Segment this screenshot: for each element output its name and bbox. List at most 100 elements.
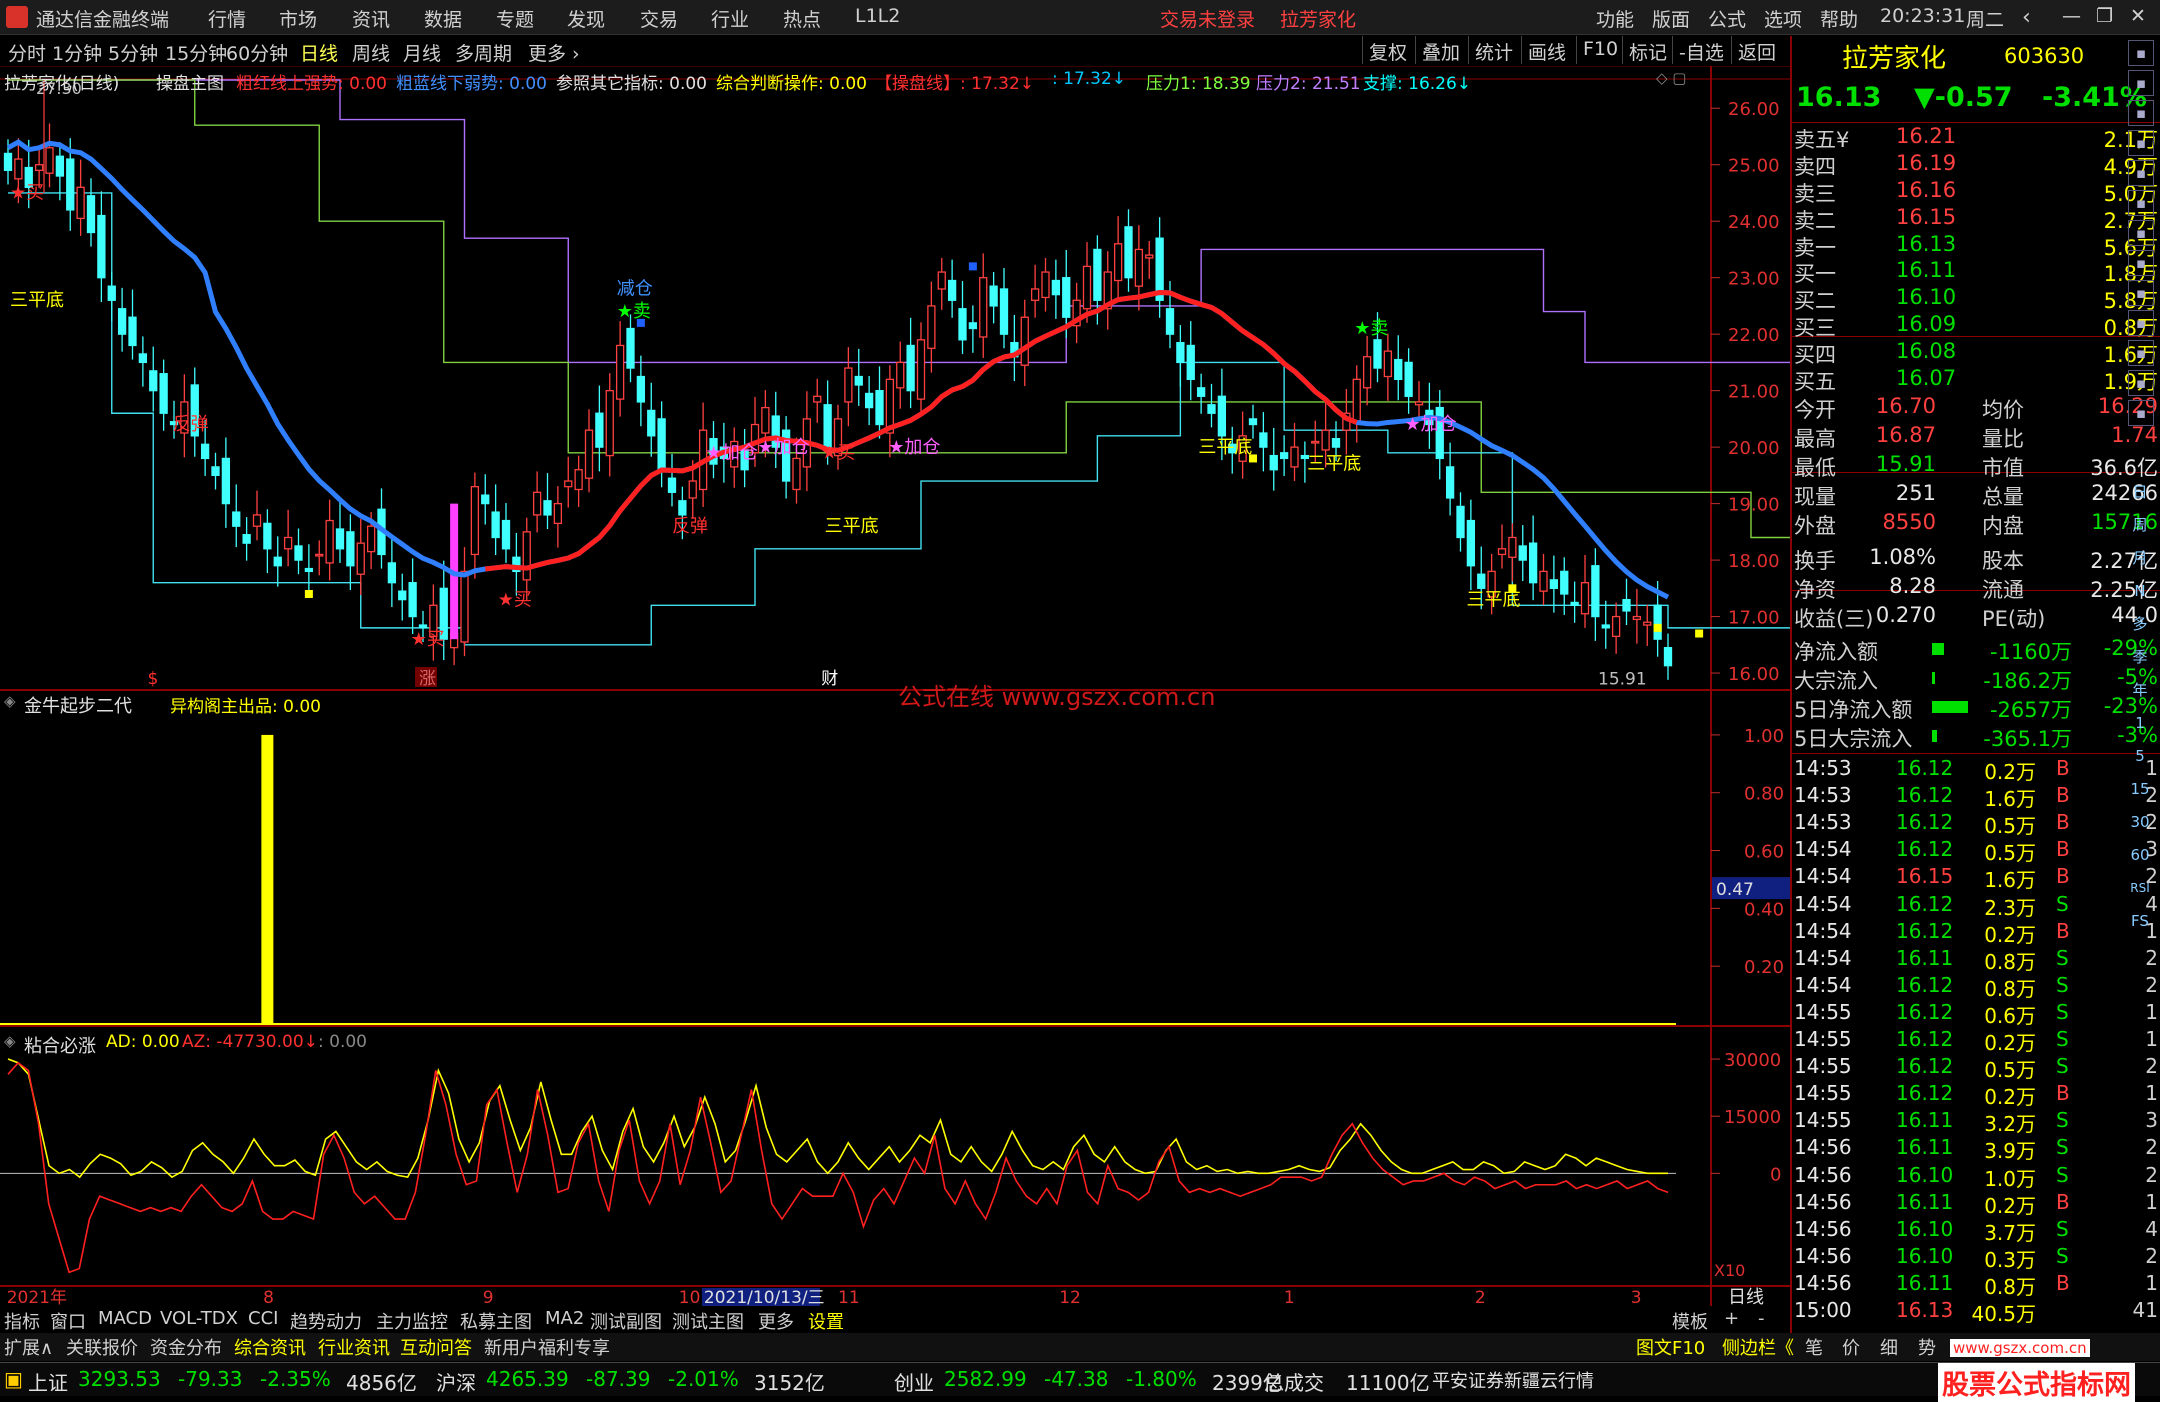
menu-industry[interactable]: 行业 bbox=[711, 5, 749, 32]
index-name-1[interactable]: 沪深 bbox=[436, 1367, 476, 1396]
period-3[interactable]: 15分钟 bbox=[165, 39, 227, 66]
menu-options[interactable]: 选项 bbox=[1764, 5, 1802, 32]
indicator-tab-14[interactable]: + bbox=[1724, 1308, 1739, 1329]
side-period-11[interactable]: 60 bbox=[2128, 843, 2152, 867]
indicator-tab-7[interactable]: 私募主图 bbox=[460, 1308, 532, 1334]
back-icon[interactable]: ‹ bbox=[2022, 5, 2031, 30]
indicator-tab-12[interactable]: 设置 bbox=[808, 1308, 844, 1334]
toolbar-btn-1[interactable]: 叠加 bbox=[1415, 36, 1466, 64]
side-graph-icon[interactable]: ▪ bbox=[2128, 400, 2154, 426]
period-1[interactable]: 1分钟 bbox=[52, 39, 102, 66]
menu-market[interactable]: 行情 bbox=[208, 5, 246, 32]
period-5[interactable]: 日线 bbox=[300, 39, 338, 66]
toolbar-btn-0[interactable]: 复权 bbox=[1362, 36, 1413, 64]
side-list-icon[interactable]: ▪ bbox=[2128, 250, 2154, 276]
indicator-tab-6[interactable]: 主力监控 bbox=[376, 1308, 448, 1334]
side-period-12[interactable]: RSI bbox=[2128, 876, 2152, 900]
menu-hot[interactable]: 热点 bbox=[783, 5, 821, 32]
menu-help[interactable]: 帮助 bbox=[1820, 5, 1858, 32]
side-grid-icon[interactable]: ▪ bbox=[2128, 160, 2154, 186]
toolbar-btn-5[interactable]: 标记 bbox=[1622, 36, 1673, 64]
menu-function[interactable]: 功能 bbox=[1596, 5, 1634, 32]
menu-layout[interactable]: 版面 bbox=[1652, 5, 1690, 32]
indicator-tab-13[interactable]: 模板 bbox=[1672, 1308, 1708, 1334]
period-8[interactable]: 多周期 bbox=[455, 39, 512, 66]
indicator-tab-5[interactable]: 趋势动力 bbox=[290, 1308, 362, 1334]
indicator-tab-0[interactable]: 指标 bbox=[4, 1308, 40, 1334]
indicator-tab-3[interactable]: VOL-TDX bbox=[160, 1308, 238, 1329]
menu-discover[interactable]: 发现 bbox=[567, 5, 605, 32]
indicator-tab-10[interactable]: 测试主图 bbox=[672, 1308, 744, 1334]
side-down-icon[interactable]: ▪ bbox=[2128, 100, 2154, 126]
main-header-icon[interactable]: ◇ ▢ bbox=[1656, 69, 1686, 87]
side-period-7[interactable]: 1 bbox=[2128, 711, 2152, 735]
menu-formula[interactable]: 公式 bbox=[1708, 5, 1746, 32]
side-period-9[interactable]: 15 bbox=[2128, 777, 2152, 801]
ext-tab-6[interactable]: 新用户福利专享 bbox=[484, 1334, 610, 1360]
toolbar-btn-7[interactable]: 返回 bbox=[1731, 36, 1782, 64]
menu-news[interactable]: 资讯 bbox=[352, 5, 390, 32]
ext-right-tab-2[interactable]: 笔 bbox=[1805, 1334, 1823, 1360]
period-6[interactable]: 周线 bbox=[352, 39, 390, 66]
restore-icon[interactable]: ❐ bbox=[2096, 5, 2113, 27]
menu-l1l2[interactable]: L1L2 bbox=[855, 5, 900, 27]
period-4[interactable]: 60分钟 bbox=[226, 39, 288, 66]
ext-tab-2[interactable]: 资金分布 bbox=[150, 1334, 222, 1360]
menu-data[interactable]: 数据 bbox=[424, 5, 462, 32]
toolbar-btn-4[interactable]: F10 bbox=[1576, 36, 1624, 64]
indicator-tab-9[interactable]: 测试副图 bbox=[590, 1308, 662, 1334]
side-period-8[interactable]: 5 bbox=[2128, 744, 2152, 768]
ext-right-tab-3[interactable]: 价 bbox=[1842, 1334, 1860, 1360]
side-period-3[interactable]: N bbox=[2128, 579, 2152, 603]
toolbar-btn-3[interactable]: 画线 bbox=[1521, 36, 1572, 64]
side-chart-icon[interactable]: ▪ bbox=[2128, 190, 2154, 216]
status-logo-icon[interactable]: ▣ bbox=[4, 1367, 23, 1391]
ext-right-tab-1[interactable]: 侧边栏《 bbox=[1722, 1334, 1794, 1360]
side-f10-icon[interactable]: ▪ bbox=[2128, 280, 2154, 306]
minimize-icon[interactable]: — bbox=[2062, 5, 2081, 27]
side-period-2[interactable]: 月 bbox=[2128, 546, 2152, 570]
period-7[interactable]: 月线 bbox=[403, 39, 441, 66]
menu-markets[interactable]: 市场 bbox=[279, 5, 317, 32]
period-2[interactable]: 5分钟 bbox=[108, 39, 158, 66]
close-icon[interactable]: ✕ bbox=[2130, 5, 2146, 27]
indicator-tab-1[interactable]: 窗口 bbox=[50, 1308, 86, 1334]
ext-tab-0[interactable]: 扩展∧ bbox=[4, 1334, 53, 1360]
panel3-collapse-icon[interactable]: ◈ bbox=[4, 1032, 16, 1050]
login-status[interactable]: 交易未登录 bbox=[1160, 5, 1255, 32]
indicator-tab-15[interactable]: - bbox=[1758, 1308, 1765, 1329]
ext-tab-4[interactable]: 行业资讯 bbox=[318, 1334, 390, 1360]
side-candle-icon[interactable]: ▪ bbox=[2128, 220, 2154, 246]
side-doc-icon[interactable]: ▪ bbox=[2128, 130, 2154, 156]
side-period-10[interactable]: 30 bbox=[2128, 810, 2152, 834]
side-period-5[interactable]: 季 bbox=[2128, 645, 2152, 669]
menu-trade[interactable]: 交易 bbox=[640, 5, 678, 32]
ext-right-tab-5[interactable]: 势 bbox=[1918, 1334, 1936, 1360]
side-period-6[interactable]: 年 bbox=[2128, 678, 2152, 702]
toolbar-btn-6[interactable]: -自选 bbox=[1672, 36, 1730, 64]
chart-canvas[interactable]: 26.0025.0024.0023.0022.0021.0020.0019.00… bbox=[0, 66, 1790, 1306]
indicator-tab-2[interactable]: MACD bbox=[98, 1308, 152, 1329]
toolbar-btn-2[interactable]: 统计 bbox=[1468, 36, 1519, 64]
ext-right-tab-4[interactable]: 细 bbox=[1880, 1334, 1898, 1360]
side-period-0[interactable]: 日 bbox=[2128, 480, 2152, 504]
period-0[interactable]: 分时 bbox=[8, 39, 46, 66]
side-period-4[interactable]: 多 bbox=[2128, 612, 2152, 636]
side-period-13[interactable]: FS bbox=[2128, 909, 2152, 933]
ext-right-tab-0[interactable]: 图文F10 bbox=[1636, 1334, 1705, 1360]
period-9[interactable]: 更多 › bbox=[528, 39, 580, 66]
indicator-tab-4[interactable]: CCI bbox=[248, 1308, 278, 1329]
index-name-0[interactable]: 上证 bbox=[28, 1367, 68, 1396]
side-clock-icon[interactable]: ▪ bbox=[2128, 370, 2154, 396]
menu-topics[interactable]: 专题 bbox=[496, 5, 534, 32]
panel2-collapse-icon[interactable]: ◈ bbox=[4, 692, 16, 710]
ext-tab-5[interactable]: 互动问答 bbox=[400, 1334, 472, 1360]
ext-tab-1[interactable]: 关联报价 bbox=[66, 1334, 138, 1360]
indicator-tab-11[interactable]: 更多 bbox=[758, 1308, 794, 1334]
indicator-tab-8[interactable]: MA2 bbox=[545, 1308, 584, 1329]
index-name-2[interactable]: 创业 bbox=[894, 1367, 934, 1396]
ext-tab-3[interactable]: 综合资讯 bbox=[234, 1334, 306, 1360]
side-period-1[interactable]: 周 bbox=[2128, 513, 2152, 537]
side-calc-icon[interactable]: ▪ bbox=[2128, 310, 2154, 336]
side-up-icon[interactable]: ▪ bbox=[2128, 70, 2154, 96]
